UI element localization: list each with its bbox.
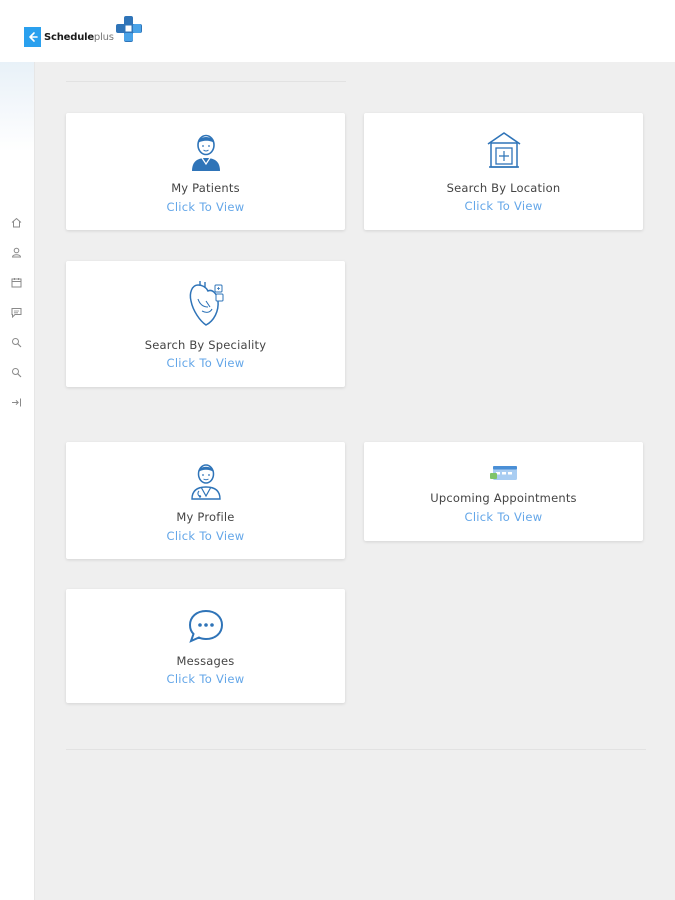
top-header: Scheduleplus — [0, 0, 675, 62]
card-search-by-speciality[interactable]: Search By Speciality Click To View — [66, 261, 345, 387]
doctor-profile-icon — [188, 460, 224, 504]
click-to-view-link[interactable]: Click To View — [66, 529, 345, 543]
section-divider — [66, 749, 646, 750]
hospital-building-icon — [486, 131, 522, 173]
logout-icon[interactable] — [10, 396, 23, 409]
click-to-view-link[interactable]: Click To View — [66, 672, 345, 686]
card-title: Search By Location — [446, 181, 561, 195]
chat-bubble-icon — [187, 608, 225, 648]
card-title: My Patients — [171, 181, 240, 195]
user-icon[interactable] — [10, 246, 23, 259]
app-page: Scheduleplus My Patients Click To View S… — [0, 0, 675, 900]
message-icon[interactable] — [10, 306, 23, 319]
click-to-view-link[interactable]: Click To View — [364, 199, 643, 213]
click-to-view-link[interactable]: Click To View — [66, 200, 345, 214]
brand-cross-icon — [115, 15, 143, 43]
card-title: Messages — [176, 654, 235, 668]
card-my-patients[interactable]: My Patients Click To View — [66, 113, 345, 230]
click-to-view-link[interactable]: Click To View — [66, 356, 345, 370]
card-messages[interactable]: Messages Click To View — [66, 589, 345, 703]
card-title: My Profile — [176, 510, 235, 524]
card-search-by-location[interactable]: Search By Location Click To View — [364, 113, 643, 230]
card-my-profile[interactable]: My Profile Click To View — [66, 442, 345, 559]
back-arrow-icon[interactable] — [24, 27, 41, 47]
card-title: Search By Speciality — [144, 338, 267, 352]
section-divider — [66, 81, 346, 82]
search-icon[interactable] — [10, 336, 23, 349]
card-title: Upcoming Appointments — [430, 491, 577, 505]
heart-organ-icon — [186, 279, 226, 331]
home-icon[interactable] — [10, 216, 23, 229]
card-upcoming-appointments[interactable]: Upcoming Appointments Click To View — [364, 442, 643, 541]
patient-icon — [188, 131, 224, 175]
sidebar — [0, 62, 35, 900]
calendar-icon[interactable] — [10, 276, 23, 289]
click-to-view-link[interactable]: Click To View — [364, 510, 643, 524]
sidebar-header-glow — [0, 62, 34, 152]
appointment-icon — [488, 464, 520, 486]
search-icon[interactable] — [10, 366, 23, 379]
brand-name: Scheduleplus — [44, 31, 114, 43]
brand-logo[interactable]: Scheduleplus — [24, 16, 143, 52]
